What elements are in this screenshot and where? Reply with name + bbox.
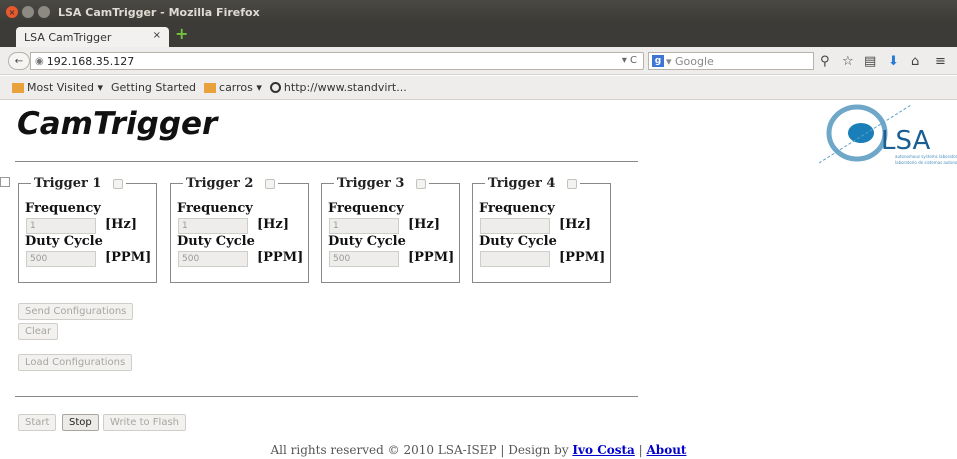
about-link[interactable]: About	[647, 443, 687, 457]
bookmarks-toolbar: Most Visited ▾ Getting Started carros ▾ …	[0, 76, 957, 187]
search-icon[interactable]: ⚲	[820, 54, 830, 69]
search-engine-icon[interactable]: g	[652, 55, 664, 67]
frequency-label: Frequency	[177, 201, 253, 216]
trigger-4-duty-input[interactable]	[480, 251, 550, 267]
bookmark-label: Getting Started	[110, 81, 197, 94]
window-title: LSA CamTrigger - Mozilla Firefox	[58, 5, 260, 19]
tab-camtrigger[interactable]: LSA CamTrigger ×	[16, 27, 169, 47]
duty-cycle-label: Duty Cycle	[479, 234, 557, 249]
reload-icon[interactable]: ▾ C	[622, 55, 637, 66]
window-titlebar: × LSA CamTrigger - Mozilla Firefox	[0, 0, 957, 24]
duty-cycle-label: Duty Cycle	[177, 234, 255, 249]
bookmark-label: Most Visited ▾	[27, 81, 103, 94]
downloads-icon[interactable]: ⬇	[888, 54, 899, 69]
frequency-label: Frequency	[328, 201, 404, 216]
folder-icon	[204, 82, 217, 93]
frequency-label: Frequency	[479, 201, 555, 216]
trigger-4-frequency-input[interactable]	[480, 218, 550, 234]
url-bar[interactable]: ◉ 192.168.35.127 ▾ C	[30, 52, 644, 70]
back-arrow-icon: ←	[14, 55, 24, 67]
new-tab-icon[interactable]: +	[175, 26, 189, 42]
send-configurations-button[interactable]: Send Configurations	[18, 303, 134, 320]
home-icon[interactable]: ⌂	[911, 54, 919, 69]
tab-close-icon[interactable]: ×	[153, 30, 161, 41]
write-to-flash-button[interactable]: Write to Flash	[103, 414, 187, 431]
stop-button[interactable]: Stop	[62, 414, 99, 431]
duty-cycle-label: Duty Cycle	[328, 234, 406, 249]
bottom-divider	[15, 396, 638, 397]
ppm-unit: [PPM]	[257, 250, 304, 265]
bookmark-standvirtual[interactable]: http://www.standvirt...	[269, 81, 407, 94]
globe-icon	[269, 82, 281, 93]
trigger-3-legend: Trigger 3	[334, 176, 429, 191]
ppm-unit: [PPM]	[408, 250, 455, 265]
bookmark-label: http://www.standvirt...	[283, 81, 407, 94]
page-content: CamTrigger LSA autonomous systems labora…	[0, 101, 957, 459]
author-link[interactable]: Ivo Costa	[572, 443, 634, 457]
trigger-3-enable-checkbox[interactable]	[416, 178, 427, 189]
load-configurations-button[interactable]: Load Configurations	[18, 354, 133, 371]
search-input[interactable]: g ▾ Google	[648, 52, 814, 70]
trigger-4-legend: Trigger 4	[485, 176, 580, 191]
back-button[interactable]: ←	[8, 52, 30, 70]
svg-text:LSA: LSA	[881, 126, 930, 156]
tab-label: LSA CamTrigger	[24, 30, 112, 44]
hz-unit: [Hz]	[559, 217, 591, 232]
clear-button[interactable]: Clear	[18, 323, 59, 340]
frequency-label: Frequency	[25, 201, 101, 216]
lsa-logo: LSA autonomous systems laboratory labora…	[819, 104, 957, 165]
trigger-4-panel: Trigger 4 Frequency [Hz] Duty Cycle [PPM…	[472, 176, 611, 283]
trigger-1-legend: Trigger 1	[31, 176, 126, 191]
navigation-bar: ← ◉ 192.168.35.127 ▾ C g ▾ Google ⚲ ☆ ▤ …	[0, 47, 957, 75]
trigger-1-title: Trigger 1	[34, 176, 102, 191]
menu-icon[interactable]: ≡	[935, 54, 946, 69]
trigger-2-title: Trigger 2	[186, 176, 254, 191]
footer: All rights reserved © 2010 LSA-ISEP | De…	[0, 443, 957, 457]
trigger-1-frequency-input[interactable]	[26, 218, 96, 234]
svg-text:laboratorio de sistemas autono: laboratorio de sistemas autonomos	[895, 160, 957, 165]
bookmarks-menu-icon[interactable]: ▤	[864, 54, 876, 69]
hz-unit: [Hz]	[105, 217, 137, 232]
ppm-unit: [PPM]	[105, 250, 152, 265]
window-maximize-icon[interactable]	[38, 6, 50, 18]
trigger-2-enable-checkbox[interactable]	[265, 178, 276, 189]
trigger-2-duty-input[interactable]	[178, 251, 248, 267]
trigger-2-panel: Trigger 2 Frequency [Hz] Duty Cycle [PPM…	[170, 176, 309, 283]
bookmark-getting-started[interactable]: Getting Started	[0, 81, 197, 187]
hz-unit: [Hz]	[408, 217, 440, 232]
ppm-unit: [PPM]	[559, 250, 606, 265]
page-title: CamTrigger	[17, 106, 218, 142]
trigger-4-title: Trigger 4	[488, 176, 556, 191]
footer-text: All rights reserved © 2010 LSA-ISEP | De…	[270, 443, 573, 457]
search-placeholder: ▾ Google	[666, 54, 714, 68]
site-identity-icon: ◉	[35, 55, 44, 67]
duty-cycle-label: Duty Cycle	[25, 234, 103, 249]
trigger-4-enable-checkbox[interactable]	[567, 178, 578, 189]
bookmark-carros[interactable]: carros ▾	[204, 81, 262, 94]
bookmark-label: carros ▾	[219, 81, 262, 94]
trigger-1-duty-input[interactable]	[26, 251, 96, 267]
trigger-1-panel: Trigger 1 Frequency [Hz] Duty Cycle [PPM…	[18, 176, 157, 283]
window-close-icon[interactable]: ×	[6, 6, 18, 18]
footer-separator: |	[634, 443, 647, 457]
window-minimize-icon[interactable]	[22, 6, 34, 18]
bookmark-most-visited[interactable]: Most Visited ▾	[12, 81, 103, 94]
hz-unit: [Hz]	[257, 217, 289, 232]
tab-strip: LSA CamTrigger × +	[0, 24, 957, 47]
url-text: 192.168.35.127	[46, 54, 135, 68]
trigger-3-duty-input[interactable]	[329, 251, 399, 267]
trigger-1-enable-checkbox[interactable]	[113, 178, 124, 189]
trigger-3-panel: Trigger 3 Frequency [Hz] Duty Cycle [PPM…	[321, 176, 460, 283]
start-button[interactable]: Start	[18, 414, 57, 431]
svg-text:autonomous systems laboratory: autonomous systems laboratory	[895, 154, 957, 159]
folder-icon	[12, 82, 24, 93]
bookmark-star-icon[interactable]: ☆	[842, 54, 854, 69]
trigger-3-title: Trigger 3	[337, 176, 405, 191]
trigger-2-legend: Trigger 2	[183, 176, 278, 191]
top-divider	[15, 161, 638, 162]
trigger-3-frequency-input[interactable]	[329, 218, 399, 234]
trigger-2-frequency-input[interactable]	[178, 218, 248, 234]
